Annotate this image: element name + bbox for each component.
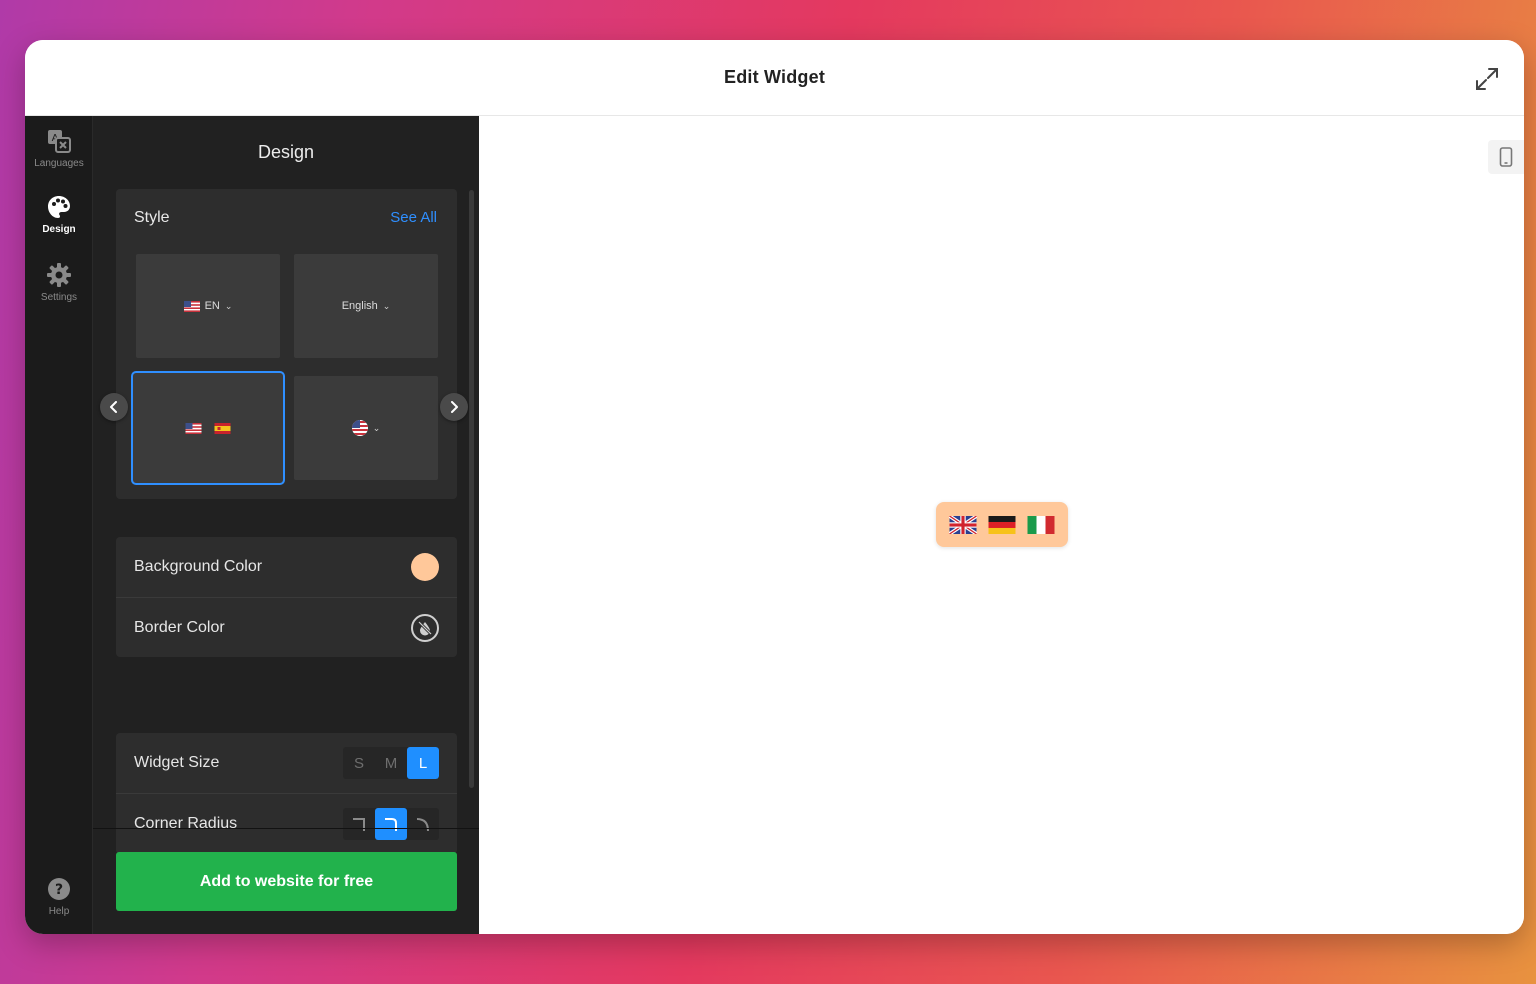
style-heading: Style	[134, 209, 170, 226]
rail-label: Help	[48, 906, 70, 917]
expand-icon	[1476, 68, 1498, 90]
title-bar: Edit Widget	[25, 40, 1524, 116]
round-flag-icon	[351, 420, 368, 436]
footer-divider	[93, 828, 479, 829]
palette-icon	[48, 196, 70, 218]
help-icon: ?	[48, 878, 70, 900]
chevron-right-icon	[451, 401, 458, 413]
germany-flag[interactable]	[988, 515, 1016, 534]
italy-flag[interactable]	[1027, 515, 1055, 534]
size-card: Widget Size S M L Corner Radius	[116, 733, 457, 854]
style-option-name[interactable]: English ⌄	[294, 254, 438, 358]
chevron-down-icon: ⌄	[382, 300, 391, 311]
svg-text:?: ?	[55, 882, 63, 898]
tile-content: ⌄	[351, 420, 381, 436]
rail-item-help[interactable]: ? Help	[25, 876, 93, 917]
chevron-left-icon	[110, 401, 117, 413]
mobile-icon	[1499, 147, 1513, 167]
size-option-l[interactable]: L	[407, 747, 439, 779]
square-corner-icon	[353, 818, 365, 831]
translate-icon: A	[48, 130, 71, 153]
expand-button[interactable]	[1472, 64, 1502, 94]
background-color-label: Background Color	[134, 558, 263, 575]
size-option-s[interactable]: S	[343, 747, 375, 779]
border-color-swatch[interactable]	[411, 614, 439, 642]
language-name: English	[341, 300, 378, 312]
corner-radius-row: Corner Radius	[116, 793, 457, 853]
tile-content: English ⌄	[342, 300, 391, 312]
rail-label: Design	[42, 224, 76, 235]
language-switcher-widget	[936, 502, 1068, 547]
style-option-flag-code[interactable]: EN ⌄	[136, 254, 280, 358]
us-flag-icon	[185, 422, 202, 434]
border-color-row[interactable]: Border Color	[116, 597, 457, 657]
color-card: Background Color Border Color	[116, 537, 457, 657]
preview-area	[479, 116, 1524, 934]
rail-item-design[interactable]: Design	[25, 194, 93, 235]
size-option-m[interactable]: M	[375, 747, 407, 779]
widget-size-selector: S M L	[343, 747, 439, 779]
panel-scrollbar[interactable]	[469, 190, 474, 788]
window-title: Edit Widget	[723, 67, 826, 87]
style-option-globe[interactable]: ⌄	[294, 376, 438, 480]
design-panel: Design Style See All EN ⌄ English ⌄ ⌄ Ba…	[93, 116, 479, 934]
us-flag-icon	[183, 300, 200, 312]
corner-radius-label: Corner Radius	[134, 814, 238, 832]
uk-flag[interactable]	[949, 515, 977, 534]
language-code: EN	[204, 300, 220, 312]
radius-option-round[interactable]	[407, 808, 439, 840]
corner-radius-selector	[343, 808, 439, 840]
add-to-website-button[interactable]: Add to website for free	[116, 852, 457, 911]
background-color-swatch[interactable]	[411, 553, 439, 581]
rail-label: Settings	[40, 292, 78, 303]
radius-option-square[interactable]	[343, 808, 375, 840]
sidebar-rail: A Languages Design Settings ? Help	[25, 116, 93, 934]
tile-content: EN ⌄	[183, 300, 233, 312]
rail-label: Languages	[34, 158, 84, 169]
style-prev-button[interactable]	[100, 393, 128, 421]
spain-flag-icon	[214, 422, 231, 434]
panel-title: Design	[257, 142, 315, 162]
gear-icon	[47, 263, 71, 287]
radius-option-rounded[interactable]	[375, 808, 407, 840]
tile-content	[185, 422, 231, 434]
rail-item-languages[interactable]: A Languages	[25, 128, 93, 169]
widget-size-row: Widget Size S M L	[116, 733, 457, 793]
rail-item-settings[interactable]: Settings	[25, 262, 93, 303]
edit-widget-window: Edit Widget A Languages Design Settings …	[25, 40, 1524, 934]
style-card: Style See All EN ⌄ English ⌄ ⌄	[116, 189, 457, 499]
style-next-button[interactable]	[440, 393, 468, 421]
see-all-link[interactable]: See All	[390, 209, 437, 226]
mobile-preview-button[interactable]	[1488, 140, 1524, 174]
style-option-flags[interactable]	[131, 371, 285, 485]
border-color-label: Border Color	[134, 618, 225, 636]
widget-size-label: Widget Size	[134, 754, 220, 771]
round-corner-icon	[416, 818, 429, 832]
chevron-down-icon: ⌄	[372, 422, 381, 433]
background-color-row[interactable]: Background Color	[116, 537, 457, 597]
no-color-icon	[417, 620, 433, 636]
rounded-corner-icon	[385, 818, 397, 831]
chevron-down-icon: ⌄	[224, 300, 233, 311]
